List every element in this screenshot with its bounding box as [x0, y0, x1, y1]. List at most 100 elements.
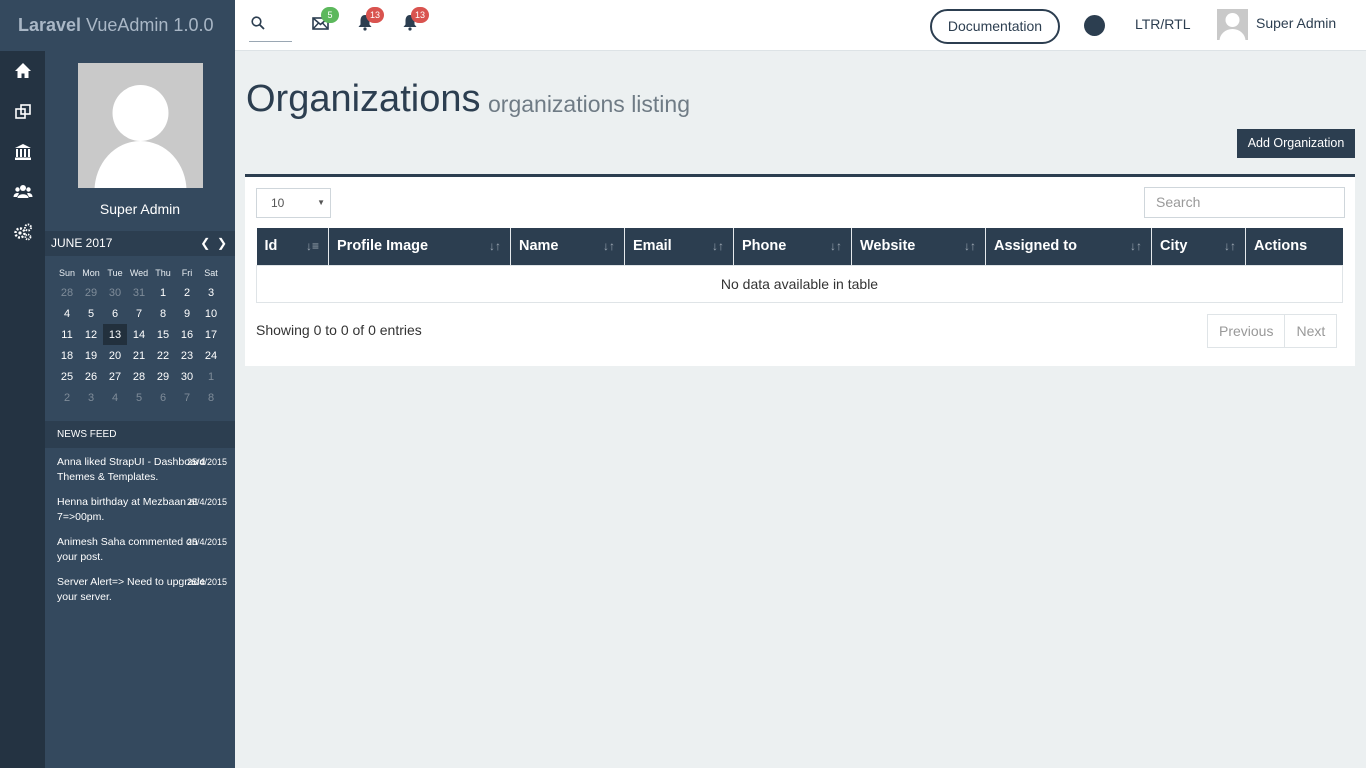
caret-down-icon: ▼: [317, 198, 325, 207]
calendar-day[interactable]: 22: [151, 345, 175, 366]
column-header-actions: Actions: [1245, 228, 1343, 265]
previous-button[interactable]: Previous: [1208, 315, 1284, 347]
sort-icon: ↓↑: [964, 239, 976, 253]
calendar-day[interactable]: 21: [127, 345, 151, 366]
calendar-day[interactable]: 31: [127, 282, 151, 303]
sort-icon: ↓↑: [1224, 239, 1236, 253]
news-feed-title: NEWS FEED: [45, 421, 235, 448]
copy-icon[interactable]: [13, 102, 33, 122]
calendar-day[interactable]: 30: [103, 282, 127, 303]
table-search-input[interactable]: Search: [1144, 187, 1345, 218]
calendar-day[interactable]: 2: [175, 282, 199, 303]
calendar-day[interactable]: 5: [79, 303, 103, 324]
brand-logo[interactable]: Laravel VueAdmin 1.0.0: [0, 0, 235, 51]
messages-button[interactable]: 5: [312, 7, 339, 34]
sort-icon: ↓↑: [489, 239, 501, 253]
top-navbar: 5 13 13 Documentation LTR/RTL Super Admi…: [235, 0, 1366, 51]
calendar-day[interactable]: 28: [55, 282, 79, 303]
calendar-day[interactable]: 6: [151, 387, 175, 408]
news-item[interactable]: Server Alert=> Need to upgrade your serv…: [57, 575, 227, 605]
page-subtitle: organizations listing: [488, 91, 691, 117]
column-header-email[interactable]: Email ↓↑: [624, 228, 734, 265]
sort-icon: ↓↑: [603, 239, 615, 253]
organizations-table-box: 10 ▼ Search Id ↓≡ Profile Image ↓↑ Name ↓↑ E…: [245, 174, 1355, 366]
calendar-header: JUNE 2017 ❮ ❯: [45, 231, 235, 256]
cogs-icon[interactable]: [13, 222, 33, 242]
calendar-day[interactable]: 1: [199, 366, 223, 387]
calendar-day[interactable]: 6: [103, 303, 127, 324]
calendar-weekday: Thu: [155, 268, 171, 278]
column-header-website[interactable]: Website ↓↑: [851, 228, 986, 265]
theme-toggle-dot[interactable]: [1084, 15, 1105, 36]
calendar-day[interactable]: 18: [55, 345, 79, 366]
calendar-day[interactable]: 19: [79, 345, 103, 366]
calendar-day[interactable]: 29: [151, 366, 175, 387]
avatar[interactable]: [1217, 9, 1248, 40]
empty-table-message: No data available in table: [256, 264, 1343, 303]
notifications-button[interactable]: 13: [357, 7, 384, 34]
calendar-day[interactable]: 7: [127, 303, 151, 324]
calendar-day[interactable]: 14: [127, 324, 151, 345]
calendar-day[interactable]: 13: [103, 324, 127, 345]
calendar-day[interactable]: 25: [55, 366, 79, 387]
calendar-day[interactable]: 16: [175, 324, 199, 345]
news-item[interactable]: Henna birthday at Mezbaan at 7=>00pm. 25/…: [57, 495, 227, 525]
pagination: Previous Next: [1207, 314, 1338, 348]
news-item[interactable]: Anna liked StrapUI - Dashboard Themes & …: [57, 455, 227, 485]
calendar: Sun Mon Tue Wed Thu Fri Sat 28 29 30 31 1 2 3 4 5 6 7 8 9 1…: [55, 264, 223, 408]
calendar-day[interactable]: 27: [103, 366, 127, 387]
documentation-button[interactable]: Documentation: [930, 9, 1060, 44]
calendar-day[interactable]: 7: [175, 387, 199, 408]
calendar-day[interactable]: 24: [199, 345, 223, 366]
calendar-day[interactable]: 17: [199, 324, 223, 345]
calendar-day[interactable]: 4: [55, 303, 79, 324]
calendar-day[interactable]: 8: [151, 303, 175, 324]
top-search-input[interactable]: [249, 6, 292, 42]
next-button[interactable]: Next: [1284, 315, 1336, 347]
calendar-day[interactable]: 1: [151, 282, 175, 303]
bank-icon[interactable]: [13, 142, 33, 162]
sort-asc-icon: ↓≡: [305, 239, 319, 253]
sort-icon: ↓↑: [830, 239, 842, 253]
calendar-day[interactable]: 3: [199, 282, 223, 303]
user-menu-name[interactable]: Super Admin: [1256, 15, 1336, 31]
direction-toggle[interactable]: LTR/RTL: [1135, 16, 1191, 32]
chevron-left-icon[interactable]: ❮: [200, 236, 210, 250]
calendar-day[interactable]: 3: [79, 387, 103, 408]
chevron-right-icon[interactable]: ❯: [217, 236, 227, 250]
calendar-day[interactable]: 30: [175, 366, 199, 387]
column-header-city[interactable]: City ↓↑: [1151, 228, 1246, 265]
add-organization-button[interactable]: Add Organization: [1237, 129, 1355, 158]
calendar-day[interactable]: 29: [79, 282, 103, 303]
page-title: Organizations: [246, 78, 481, 120]
calendar-day[interactable]: 23: [175, 345, 199, 366]
column-header-name[interactable]: Name ↓↑: [510, 228, 625, 265]
page-length-select[interactable]: 10 ▼: [256, 188, 331, 218]
calendar-weekday: Fri: [181, 268, 193, 278]
column-header-assigned-to[interactable]: Assigned to ↓↑: [985, 228, 1152, 265]
users-icon[interactable]: [13, 182, 33, 202]
column-header-id[interactable]: Id ↓≡: [256, 228, 329, 265]
home-icon[interactable]: [13, 61, 33, 81]
calendar-day[interactable]: 15: [151, 324, 175, 345]
calendar-day[interactable]: 8: [199, 387, 223, 408]
alerts-button[interactable]: 13: [402, 7, 429, 34]
calendar-day[interactable]: 5: [127, 387, 151, 408]
column-header-profile-image[interactable]: Profile Image ↓↑: [328, 228, 511, 265]
calendar-day[interactable]: 10: [199, 303, 223, 324]
news-item[interactable]: Animesh Saha commented on your post. 25/4…: [57, 535, 227, 565]
sort-icon: ↓↑: [1130, 239, 1142, 253]
calendar-day[interactable]: 26: [79, 366, 103, 387]
table-row: No data available in table: [256, 264, 1343, 303]
news-date: 25/4/2015: [186, 537, 227, 547]
calendar-day[interactable]: 9: [175, 303, 199, 324]
icon-sidebar: [0, 51, 45, 768]
calendar-day[interactable]: 12: [79, 324, 103, 345]
calendar-day[interactable]: 2: [55, 387, 79, 408]
search-icon: [251, 16, 265, 30]
column-header-phone[interactable]: Phone ↓↑: [733, 228, 852, 265]
calendar-day[interactable]: 20: [103, 345, 127, 366]
calendar-day[interactable]: 28: [127, 366, 151, 387]
calendar-day[interactable]: 11: [55, 324, 79, 345]
calendar-day[interactable]: 4: [103, 387, 127, 408]
